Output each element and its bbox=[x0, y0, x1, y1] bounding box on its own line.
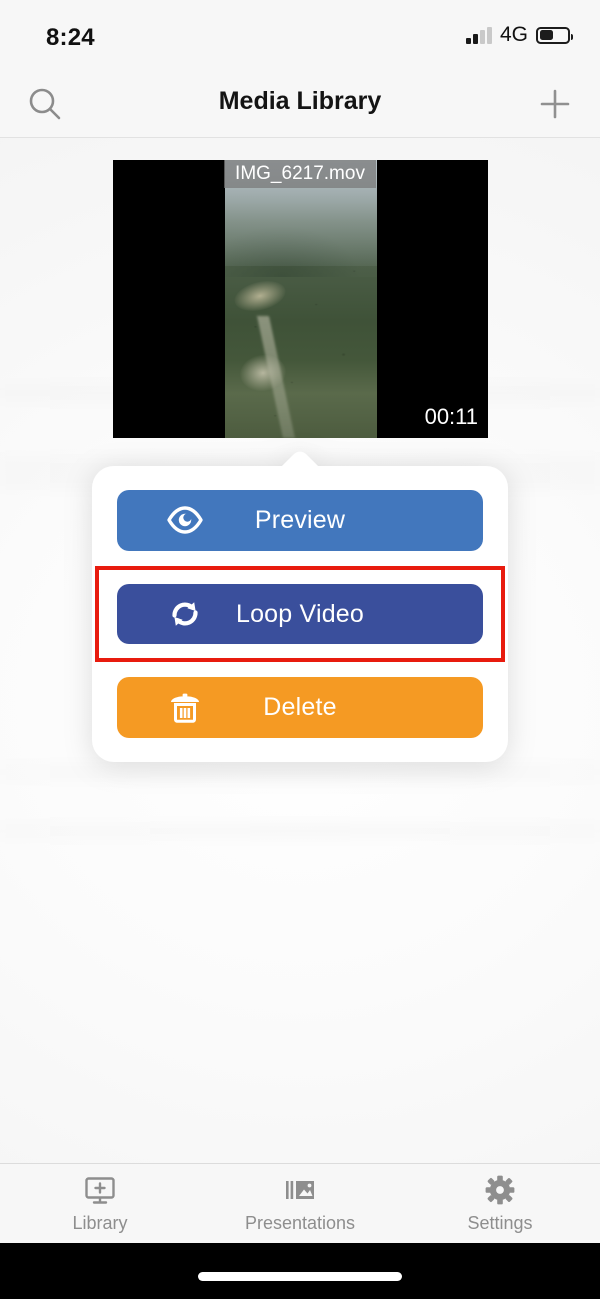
delete-button[interactable]: Delete bbox=[117, 677, 483, 738]
preview-button[interactable]: Preview bbox=[117, 490, 483, 551]
popover-spacer-2 bbox=[117, 644, 483, 677]
tab-presentations[interactable]: Presentations bbox=[200, 1164, 400, 1243]
home-indicator-area bbox=[0, 1243, 600, 1299]
page-title: Media Library bbox=[218, 86, 382, 115]
tab-settings-label: Settings bbox=[467, 1212, 533, 1233]
gear-icon bbox=[483, 1174, 517, 1208]
monitor-plus-icon bbox=[83, 1174, 117, 1208]
video-duration-label: 00:11 bbox=[424, 404, 478, 429]
popover-spacer-1 bbox=[117, 551, 483, 584]
video-thumbnail-cell[interactable]: 00:11 bbox=[113, 160, 488, 438]
video-filename-label: IMG_6217.mov bbox=[224, 160, 376, 188]
phone-screen: 8:24 4G Media Library 00:11 IMG_6217.mov… bbox=[0, 0, 600, 1299]
status-bar: 8:24 4G bbox=[0, 0, 600, 64]
status-indicators: 4G bbox=[466, 23, 573, 47]
tab-library-label: Library bbox=[72, 1212, 128, 1233]
tab-bar: Library Presentations Settings bbox=[0, 1163, 600, 1243]
plus-icon[interactable] bbox=[535, 84, 575, 124]
signal-strength-icon bbox=[466, 26, 492, 44]
network-type-label: 4G bbox=[499, 23, 528, 46]
status-time: 8:24 bbox=[46, 24, 95, 51]
navigation-bar: Media Library bbox=[0, 64, 600, 138]
trash-icon bbox=[165, 688, 205, 728]
loop-video-button[interactable]: Loop Video bbox=[117, 583, 483, 645]
home-indicator[interactable] bbox=[198, 1272, 402, 1281]
tab-settings[interactable]: Settings bbox=[400, 1164, 600, 1243]
slides-image-icon bbox=[283, 1174, 317, 1208]
battery-icon bbox=[536, 26, 573, 44]
eye-icon bbox=[165, 500, 205, 540]
action-popover: Preview Loop Video Delete bbox=[92, 448, 508, 764]
video-thumbnail-image bbox=[224, 160, 377, 438]
tab-library[interactable]: Library bbox=[0, 1164, 200, 1243]
loop-icon bbox=[165, 594, 205, 634]
tab-presentations-label: Presentations bbox=[244, 1212, 356, 1233]
